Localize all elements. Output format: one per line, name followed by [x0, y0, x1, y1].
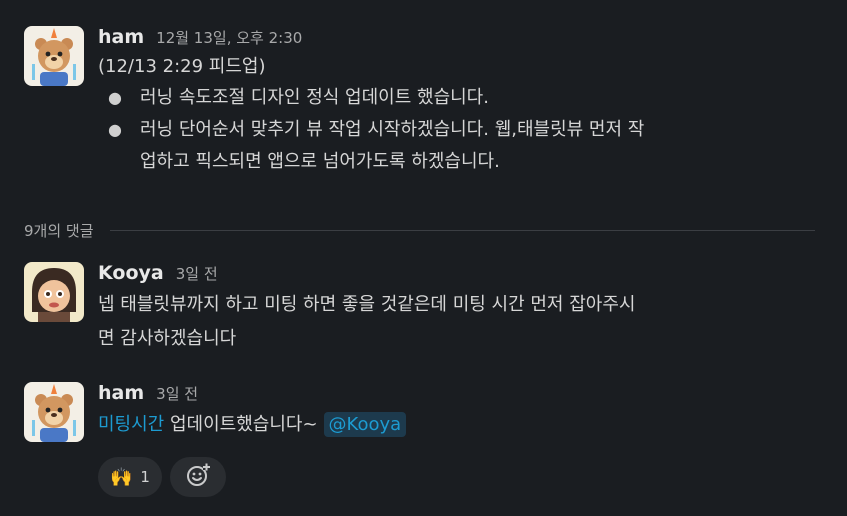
timestamp[interactable]: 12월 13일, 오후 2:30	[156, 27, 302, 48]
thread-separator: 9개의 댓글	[24, 218, 815, 242]
message-text-line: 미팅시간 업데이트했습니다~ @Kooya	[98, 408, 827, 442]
author-name[interactable]: ham	[98, 382, 144, 404]
list-item-text: 러닝 속도조절 디자인 정식 업데이트 했습니다.	[140, 87, 489, 108]
list-item: ● 러닝 속도조절 디자인 정식 업데이트 했습니다.	[98, 82, 827, 114]
timestamp[interactable]: 3일 전	[176, 263, 218, 284]
message-text: 업데이트했습니다~	[164, 414, 318, 435]
author-name[interactable]: Kooya	[98, 262, 164, 284]
quokka-avatar[interactable]	[24, 26, 84, 86]
timestamp[interactable]: 3일 전	[156, 383, 198, 404]
cartoon-girl-avatar[interactable]	[24, 262, 84, 322]
list-item-text: 러닝 단어순서 맞추기 뷰 작업 시작하겠습니다. 웹,태블릿뷰 먼저 작	[140, 119, 645, 140]
list-item-text: 업하고 픽스되면 앱으로 넘어가도록 하겠습니다.	[140, 151, 500, 172]
divider	[109, 229, 815, 231]
message-text-line: 면 감사하겠습니다	[98, 328, 237, 349]
raised-hands-icon: 🙌	[110, 466, 133, 488]
bullet-list: ● 러닝 속도조절 디자인 정식 업데이트 했습니다. ● 러닝 단어순서 맞추…	[98, 82, 827, 178]
bullet-icon: ●	[108, 88, 122, 107]
quokka-avatar[interactable]	[24, 382, 84, 442]
reply-count-label: 9개의 댓글	[24, 221, 94, 240]
reactions-bar: 🙌 1	[98, 457, 226, 497]
message-text-line: 넵 태블릿뷰까지 하고 미팅 하면 좋을 것같은데 미팅 시간 먼저 잡아주시	[98, 294, 636, 315]
bullet-icon: ●	[108, 120, 122, 139]
message-title: (12/13 2:29 피드업)	[98, 56, 266, 77]
add-emoji-icon	[185, 462, 211, 492]
add-reaction-button[interactable]	[169, 457, 226, 497]
reaction-count: 1	[140, 468, 150, 486]
author-name[interactable]: ham	[98, 26, 144, 48]
link-text[interactable]: 미팅시간	[98, 414, 164, 435]
reaction-pill[interactable]: 🙌 1	[98, 457, 162, 497]
list-item: ● 러닝 단어순서 맞추기 뷰 작업 시작하겠습니다. 웹,태블릿뷰 먼저 작 …	[98, 114, 827, 178]
mention-kooya[interactable]: @Kooya	[323, 412, 407, 437]
